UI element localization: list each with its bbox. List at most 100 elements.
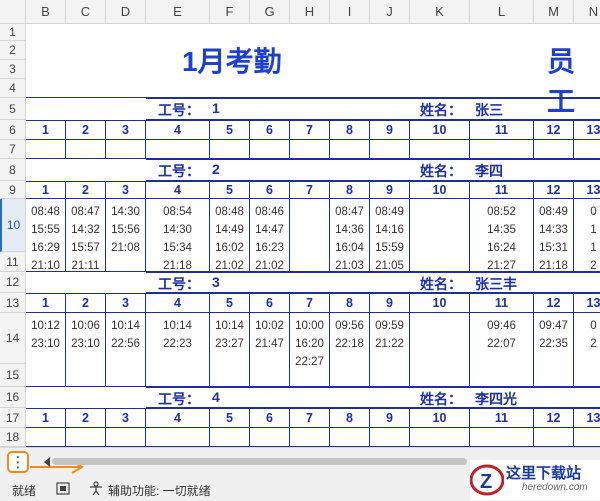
day-header-5[interactable]: 5 [210,181,250,199]
row-header-17[interactable]: 17 [0,408,26,428]
attendance-cell[interactable]: 0112 [574,199,600,272]
attendance-cell[interactable] [146,140,210,159]
attendance-cell[interactable] [574,428,600,447]
attendance-cell[interactable] [210,140,250,159]
attendance-cell[interactable] [370,428,410,447]
attendance-cell[interactable]: 08:46 14:47 16:23 21:02 [250,199,290,272]
day-header-2[interactable]: 2 [66,293,106,313]
row-header-16[interactable]: 16 [0,387,26,408]
day-header-9[interactable]: 9 [370,120,410,140]
sheet-tab-menu-button[interactable]: ⋮ [7,451,29,473]
day-header-9[interactable]: 9 [370,293,410,313]
day-header-2[interactable]: 2 [66,120,106,140]
column-header-e[interactable]: E [146,0,210,24]
column-header-n[interactable]: N [574,0,600,24]
column-header-m[interactable]: M [534,0,574,24]
accessibility-icon[interactable] [88,481,104,495]
day-header-3[interactable]: 3 [106,293,146,313]
attendance-cell[interactable] [210,428,250,447]
row-header-13[interactable]: 13 [0,293,26,313]
column-header-i[interactable]: I [330,0,370,24]
day-header-4[interactable]: 4 [146,293,210,313]
attendance-cell[interactable]: 02 [574,313,600,387]
column-header-f[interactable]: F [210,0,250,24]
attendance-cell[interactable] [370,140,410,159]
employee-id-value[interactable]: 1 [212,100,220,116]
horizontal-scrollbar[interactable] [42,455,467,467]
column-header-g[interactable]: G [250,0,290,24]
attendance-cell[interactable]: 08:48 15:55 16:29 21:10 [26,199,66,272]
day-header-4[interactable]: 4 [146,120,210,140]
attendance-cell[interactable] [26,428,66,447]
row-header-1[interactable]: 1 [0,24,26,41]
day-header-3[interactable]: 3 [106,181,146,199]
attendance-cell[interactable]: 09:47 22:35 [534,313,574,387]
employee-id-value[interactable]: 3 [212,274,220,290]
attendance-cell[interactable] [574,140,600,159]
day-header-12[interactable]: 12 [534,408,574,428]
day-header-7[interactable]: 7 [290,120,330,140]
attendance-cell[interactable] [106,428,146,447]
attendance-cell[interactable]: 08:48 14:49 16:02 21:02 [210,199,250,272]
attendance-cell[interactable]: 10:06 23:10 [66,313,106,387]
attendance-cell[interactable]: 08:49 14:33 15:31 21:18 [534,199,574,272]
day-header-9[interactable]: 9 [370,408,410,428]
attendance-cell[interactable] [290,428,330,447]
row-header-18[interactable]: 18 [0,428,26,447]
row-header-2[interactable]: 2 [0,41,26,60]
column-header-l[interactable]: L [470,0,534,24]
row-header-5[interactable]: 5 [0,98,26,120]
row-header-4[interactable]: 4 [0,79,26,98]
attendance-cell[interactable] [290,199,330,272]
attendance-cell[interactable]: 09:59 21:22 [370,313,410,387]
attendance-cell[interactable] [410,199,470,272]
column-header-b[interactable]: B [26,0,66,24]
day-header-10[interactable]: 10 [410,181,470,199]
day-header-5[interactable]: 5 [210,408,250,428]
day-header-4[interactable]: 4 [146,181,210,199]
row-header-7[interactable]: 7 [0,140,26,159]
attendance-cell[interactable]: 14:30 15:56 21:08 [106,199,146,272]
attendance-cell[interactable]: 08:47 14:36 16:04 21:03 [330,199,370,272]
day-header-2[interactable]: 2 [66,181,106,199]
day-header-7[interactable]: 7 [290,181,330,199]
attendance-cell[interactable] [470,140,534,159]
row-header-10[interactable]: 10 [0,199,26,252]
day-header-11[interactable]: 11 [470,120,534,140]
attendance-cell[interactable] [250,140,290,159]
column-header-c[interactable]: C [66,0,106,24]
day-header-6[interactable]: 6 [250,120,290,140]
day-header-1[interactable]: 1 [26,120,66,140]
day-header-10[interactable]: 10 [410,408,470,428]
day-header-13[interactable]: 13 [574,293,600,313]
attendance-cell[interactable] [146,428,210,447]
employee-name-value[interactable]: 张三丰 [475,274,517,294]
row-header-8[interactable]: 8 [0,159,26,181]
day-header-7[interactable]: 7 [290,293,330,313]
column-header-d[interactable]: D [106,0,146,24]
day-header-8[interactable]: 8 [330,120,370,140]
attendance-cell[interactable] [534,428,574,447]
attendance-cell[interactable] [410,140,470,159]
day-header-8[interactable]: 8 [330,293,370,313]
row-header-6[interactable]: 6 [0,120,26,140]
spreadsheet-grid[interactable]: BCDEFGHIJKLMN 1 2 3 4 5 6 7 8 9 10 11 12 13 14 15 16 17 1… [0,0,600,447]
employee-id-value[interactable]: 2 [212,161,220,177]
day-header-3[interactable]: 3 [106,408,146,428]
attendance-cell[interactable] [330,140,370,159]
attendance-cell[interactable]: 10:14 22:56 [106,313,146,387]
attendance-cell[interactable] [534,140,574,159]
day-header-1[interactable]: 1 [26,181,66,199]
attendance-cell[interactable] [290,140,330,159]
column-header-k[interactable]: K [410,0,470,24]
row-header-9[interactable]: 9 [0,181,26,199]
day-header-7[interactable]: 7 [290,408,330,428]
day-header-9[interactable]: 9 [370,181,410,199]
attendance-cell[interactable]: 08:47 14:32 15:57 21:11 [66,199,106,272]
attendance-cell[interactable]: 08:54 14:30 15:34 21:18 [146,199,210,272]
column-header-h[interactable]: H [290,0,330,24]
day-header-12[interactable]: 12 [534,293,574,313]
day-header-6[interactable]: 6 [250,293,290,313]
employee-name-value[interactable]: 李四光 [475,389,517,409]
day-header-12[interactable]: 12 [534,181,574,199]
